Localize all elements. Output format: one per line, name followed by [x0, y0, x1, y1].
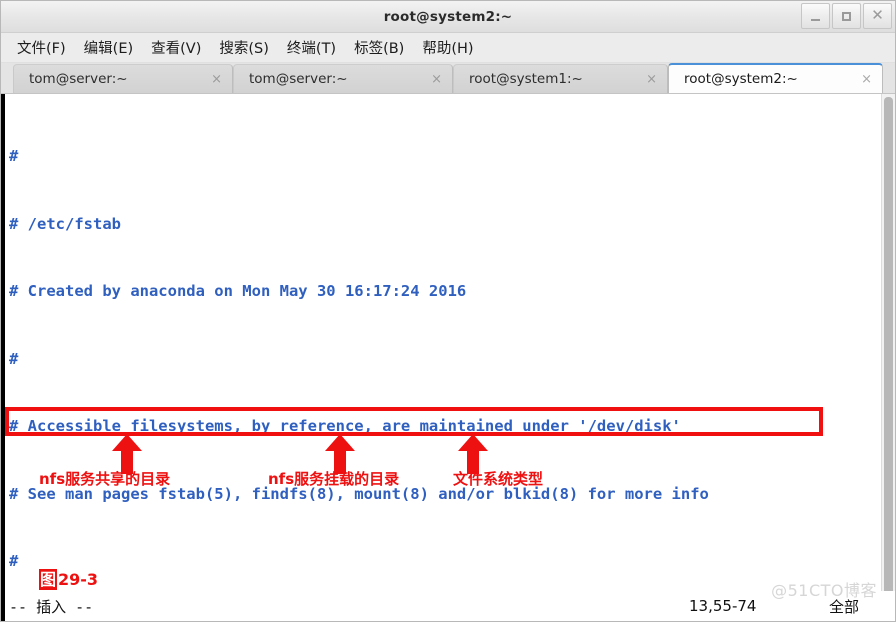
- figure-caption: 图 29-3: [39, 569, 99, 590]
- terminal-line: #: [9, 147, 19, 165]
- site-watermark: @51CTO博客: [771, 581, 877, 600]
- window-title: root@system2:~: [383, 8, 513, 25]
- menu-item-search[interactable]: 搜索(S): [210, 35, 278, 60]
- tab-close-icon[interactable]: ×: [861, 73, 872, 86]
- terminal-line: # /etc/fstab: [9, 214, 121, 233]
- terminal-left-margin: [1, 94, 5, 621]
- terminal-body: # # /etc/fstab # Created by anaconda on …: [1, 94, 895, 621]
- annotation-nfs-share-dir: nfs服务共享的目录: [39, 470, 171, 488]
- vim-mode-indicator: -- 插入 --: [9, 597, 94, 616]
- scrollbar-thumb[interactable]: [884, 97, 893, 606]
- minimize-button[interactable]: [801, 3, 830, 29]
- tab-close-icon[interactable]: ×: [211, 73, 222, 86]
- menu-item-tabs[interactable]: 标签(B): [345, 35, 413, 60]
- tab-close-icon[interactable]: ×: [431, 73, 442, 86]
- terminal-line: #: [9, 552, 19, 570]
- tab-label: tom@server:~: [29, 71, 128, 87]
- annotation-nfs-mount-dir: nfs服务挂载的目录: [268, 470, 400, 488]
- terminal-line: # Created by anaconda on Mon May 30 16:1…: [9, 282, 467, 300]
- tab-root-system2[interactable]: root@system2:~ ×: [668, 63, 883, 93]
- menubar: 文件(F) 编辑(E) 查看(V) 搜索(S) 终端(T) 标签(B) 帮助(H…: [1, 33, 895, 63]
- figure-caption-number: 29-3: [58, 570, 99, 589]
- maximize-button[interactable]: [832, 3, 861, 29]
- maximize-icon: [842, 11, 851, 21]
- tab-label: root@system2:~: [684, 71, 798, 87]
- vim-statusbar: -- 插入 -- 13,55-74 全部: [1, 591, 895, 621]
- menu-item-view[interactable]: 查看(V): [142, 35, 210, 60]
- vim-buffer: # # /etc/fstab # Created by anaconda on …: [9, 100, 881, 621]
- vim-cursor-position: 13,55-74: [689, 597, 757, 615]
- terminal-screen[interactable]: # # /etc/fstab # Created by anaconda on …: [1, 94, 881, 621]
- menu-item-file[interactable]: 文件(F): [8, 35, 75, 60]
- tab-label: tom@server:~: [249, 71, 348, 87]
- window-titlebar: root@system2:~ ✕: [1, 1, 895, 33]
- close-icon: ✕: [871, 6, 884, 24]
- tab-tom-server-2[interactable]: tom@server:~ ×: [233, 64, 453, 93]
- tabbar: tom@server:~ × tom@server:~ × root@syste…: [1, 63, 895, 94]
- annotation-filesystem-type: 文件系统类型: [453, 470, 544, 488]
- tab-label: root@system1:~: [469, 71, 583, 87]
- terminal-window: root@system2:~ ✕ 文件(F) 编辑(E) 查看(V) 搜索(S)…: [0, 0, 896, 622]
- menu-item-terminal[interactable]: 终端(T): [278, 35, 345, 60]
- terminal-line: #: [9, 349, 19, 368]
- minimize-icon: [811, 18, 820, 21]
- window-controls: ✕: [799, 3, 892, 29]
- close-button[interactable]: ✕: [863, 3, 892, 29]
- menu-item-help[interactable]: 帮助(H): [413, 35, 482, 60]
- terminal-scrollbar[interactable]: [881, 94, 895, 621]
- figure-caption-prefix: 图: [39, 569, 58, 590]
- tab-root-system1[interactable]: root@system1:~ ×: [453, 64, 668, 93]
- menu-item-edit[interactable]: 编辑(E): [75, 35, 142, 60]
- tab-tom-server-1[interactable]: tom@server:~ ×: [13, 64, 233, 93]
- tab-close-icon[interactable]: ×: [646, 73, 657, 86]
